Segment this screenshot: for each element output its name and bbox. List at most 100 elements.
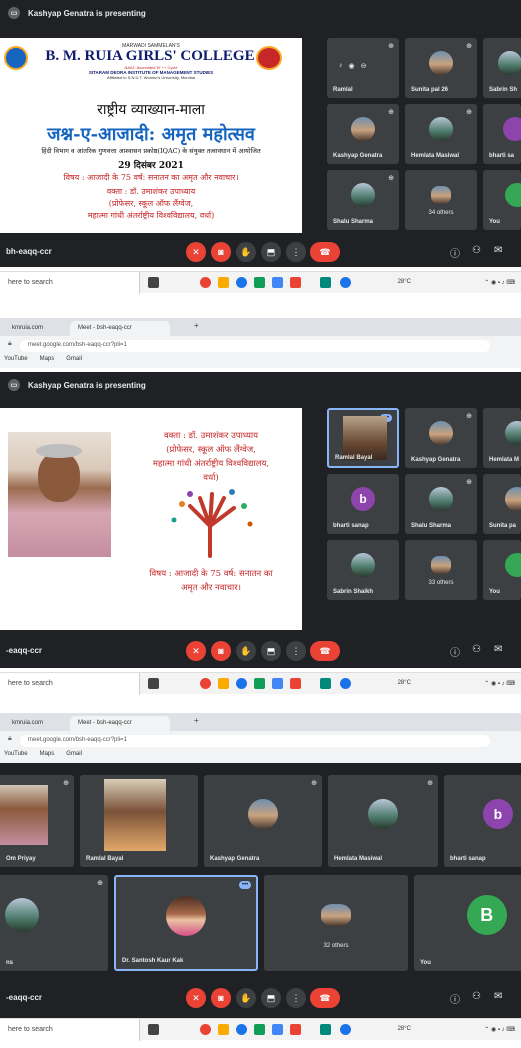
participant-tile[interactable]: ⊕ Hemlata Masiwal (328, 775, 438, 867)
pin-icon[interactable]: ⊕ (388, 108, 394, 116)
present-button[interactable]: ⬒ (261, 641, 281, 661)
mail-icon[interactable] (272, 1024, 283, 1035)
meet-app-icon[interactable] (320, 1024, 331, 1035)
participant-tile[interactable]: ⊕ Shalu Sharma (327, 170, 399, 230)
remove-icon[interactable]: ⊖ (361, 62, 367, 70)
participant-tile[interactable]: ⊕ Shalu Sharma (405, 474, 477, 534)
participant-tile[interactable]: ⊕ ns (0, 875, 108, 971)
pin-icon[interactable]: ⊕ (388, 174, 394, 182)
end-call-button[interactable]: ☎ (310, 242, 340, 262)
tab-kmruia[interactable]: kmruia.com (4, 716, 68, 731)
camera-off-button[interactable]: ◙ (211, 242, 231, 262)
tray-icons[interactable]: ⌃ ◉ ▪ ♪ ⌨ (484, 680, 515, 687)
end-call-button[interactable]: ☎ (310, 988, 340, 1008)
tab-kmruia[interactable]: kmruia.com (4, 321, 68, 336)
participant-tile[interactable]: ⊕ Sunita pal 26 (405, 38, 477, 98)
browser-icon[interactable] (340, 1024, 351, 1035)
people-icon[interactable]: ⚇ (472, 644, 481, 655)
pin-icon[interactable]: ⊕ (388, 42, 394, 50)
start-icon[interactable] (148, 678, 159, 689)
new-tab-button[interactable]: + (194, 321, 199, 330)
chrome-icon[interactable] (200, 1024, 211, 1035)
pin-icon[interactable]: ⊕ (466, 108, 472, 116)
chat-icon[interactable]: ✉ (494, 644, 502, 655)
address-bar[interactable]: meet.google.com/bsh-eaqq-ccr?pli=1 (20, 340, 490, 352)
others-tile[interactable]: 32 others (264, 875, 408, 971)
taskbar-search[interactable]: here to search (0, 272, 140, 294)
edge-icon[interactable] (236, 277, 247, 288)
system-tray[interactable]: 28°C (398, 680, 411, 686)
start-icon[interactable] (148, 1024, 159, 1035)
pin-icon[interactable]: ⊕ (466, 478, 472, 486)
participant-tile[interactable]: Sabrin Shaikh (327, 540, 399, 600)
tray-icons[interactable]: ⌃ ◉ ▪ ♪ ⌨ (484, 279, 515, 286)
mic-off-button[interactable]: ✕ (186, 242, 206, 262)
app-icon[interactable] (290, 678, 301, 689)
mic-off-button[interactable]: ✕ (186, 988, 206, 1008)
bookmark-youtube[interactable]: YouTube (4, 751, 28, 757)
chrome-icon[interactable] (200, 678, 211, 689)
participant-tile[interactable]: ⊕ Om Priyay (0, 775, 74, 867)
address-bar[interactable]: meet.google.com/bsh-eaqq-ccr?pli=1 (20, 735, 490, 747)
store-icon[interactable] (254, 277, 265, 288)
edge-icon[interactable] (236, 678, 247, 689)
participant-tile[interactable]: bharti sa (483, 104, 521, 164)
participant-tile[interactable]: ••• Ramlal Bayal (327, 408, 399, 468)
edge-icon[interactable] (236, 1024, 247, 1035)
info-icon[interactable]: ⓘ (450, 644, 460, 659)
new-tab-button[interactable]: + (194, 716, 199, 725)
tray-icons[interactable]: ⌃ ◉ ▪ ♪ ⌨ (484, 1026, 515, 1033)
browser-icon[interactable] (340, 277, 351, 288)
pin-icon[interactable]: ⊕ (63, 779, 69, 787)
mic-icon[interactable]: ♪ (339, 62, 343, 70)
info-icon[interactable]: ⓘ (450, 245, 460, 260)
more-options-button[interactable]: ⋮ (286, 242, 306, 262)
more-options-button[interactable]: ⋮ (286, 988, 306, 1008)
people-icon[interactable]: ⚇ (472, 991, 481, 1002)
people-icon[interactable]: ⚇ (472, 245, 481, 256)
mail-icon[interactable] (272, 277, 283, 288)
more-icon[interactable]: ••• (239, 881, 251, 889)
participant-tile[interactable]: ⊕ Kashyap Genatra (405, 408, 477, 468)
participant-tile[interactable]: b bharti sanap (327, 474, 399, 534)
more-options-button[interactable]: ⋮ (286, 641, 306, 661)
participant-tile[interactable]: ⊕ Kashyap Genatra (204, 775, 322, 867)
chat-icon[interactable]: ✉ (494, 991, 502, 1002)
participant-tile[interactable]: ⊕ ♪ ◉ ⊖ Ramlal (327, 38, 399, 98)
participant-tile[interactable]: ⊕ Hemlata Masiwal (405, 104, 477, 164)
app-icon[interactable] (290, 1024, 301, 1035)
raise-hand-button[interactable]: ✋ (236, 988, 256, 1008)
pin-icon[interactable]: ⊕ (466, 412, 472, 420)
self-tile[interactable]: You (483, 540, 521, 600)
participant-tile[interactable]: Sunita pa (483, 474, 521, 534)
store-icon[interactable] (254, 678, 265, 689)
explorer-icon[interactable] (218, 678, 229, 689)
present-button[interactable]: ⬒ (261, 242, 281, 262)
mic-off-button[interactable]: ✕ (186, 641, 206, 661)
mail-icon[interactable] (272, 678, 283, 689)
bookmark-youtube[interactable]: YouTube (4, 356, 28, 362)
pin-icon[interactable]: ⊕ (97, 879, 103, 887)
chat-icon[interactable]: ✉ (494, 245, 502, 256)
explorer-icon[interactable] (218, 1024, 229, 1035)
taskbar-search[interactable]: here to search (0, 1019, 140, 1041)
raise-hand-button[interactable]: ✋ (236, 242, 256, 262)
explorer-icon[interactable] (218, 277, 229, 288)
bookmark-maps[interactable]: Maps (40, 751, 55, 757)
meet-app-icon[interactable] (320, 277, 331, 288)
pin-icon[interactable]: ⊕ (427, 779, 433, 787)
pin-icon[interactable]: ⊕ (466, 42, 472, 50)
participant-tile[interactable]: b bharti sanap (444, 775, 521, 867)
system-tray[interactable]: 28°C (398, 279, 411, 285)
system-tray[interactable]: 28°C (398, 1026, 411, 1032)
others-tile[interactable]: 33 others (405, 540, 477, 600)
camera-off-button[interactable]: ◙ (211, 988, 231, 1008)
app-icon[interactable] (290, 277, 301, 288)
participant-tile[interactable]: Ramlal Bayal (80, 775, 198, 867)
tab-meet[interactable]: Meet - bsh-eaqq-ccr (70, 321, 170, 336)
start-icon[interactable] (148, 277, 159, 288)
taskbar-search[interactable]: here to search (0, 673, 140, 695)
browser-icon[interactable] (340, 678, 351, 689)
bookmark-maps[interactable]: Maps (40, 356, 55, 362)
chrome-icon[interactable] (200, 277, 211, 288)
